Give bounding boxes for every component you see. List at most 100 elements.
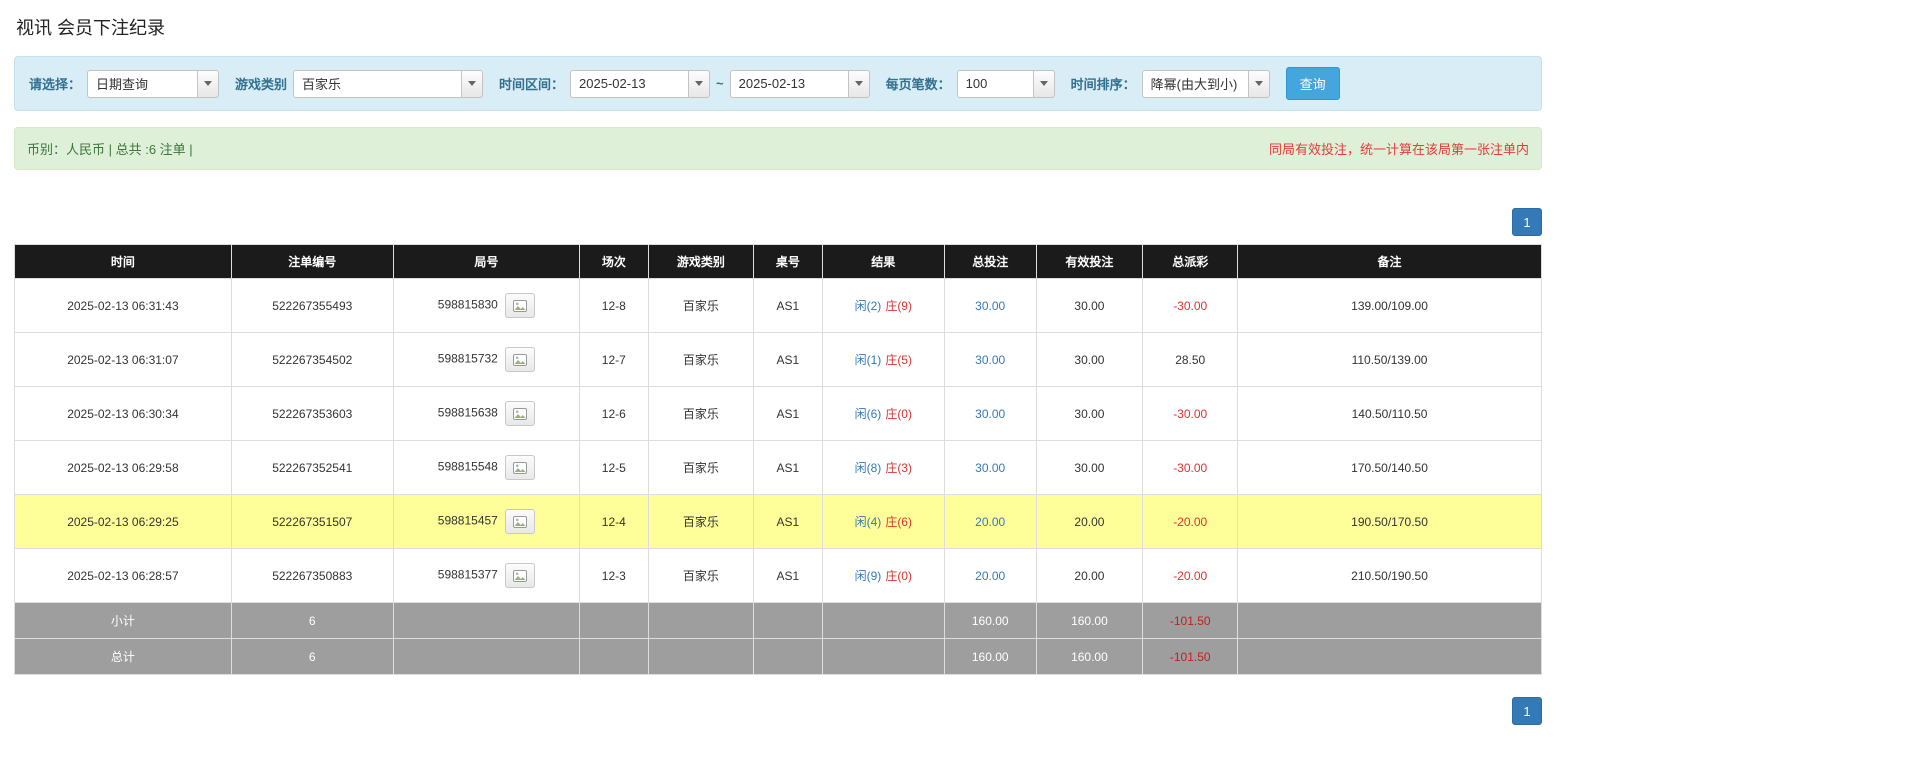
cell-time: 2025-02-13 06:31:07 xyxy=(15,333,232,387)
chevron-down-icon[interactable] xyxy=(1248,70,1270,98)
summary-row: 总计6160.00160.00-101.50 xyxy=(15,639,1542,675)
round-snapshot-button[interactable] xyxy=(505,563,535,588)
round-snapshot-icon xyxy=(513,516,527,528)
cell-valid-bet: 20.00 xyxy=(1036,549,1143,603)
date-to-combo xyxy=(730,70,870,98)
round-snapshot-button[interactable] xyxy=(505,455,535,480)
cell-result: 闲(8)庄(3) xyxy=(822,441,944,495)
total-bet-link[interactable]: 30.00 xyxy=(975,353,1005,367)
search-button[interactable]: 查询 xyxy=(1286,67,1340,100)
page-container: 视讯 会员下注纪录 请选择： 游戏类别 时间区间： ~ 每页笔数： 时间排序： xyxy=(0,0,1556,745)
cell-valid-bet: 30.00 xyxy=(1036,279,1143,333)
round-id-text: 598815548 xyxy=(438,460,498,474)
total-bet-link[interactable]: 30.00 xyxy=(975,407,1005,421)
chevron-down-icon[interactable] xyxy=(848,70,870,98)
total-bet-link[interactable]: 20.00 xyxy=(975,515,1005,529)
query-type-input[interactable] xyxy=(87,70,197,98)
cell-table-no: AS1 xyxy=(754,495,823,549)
time-sort-combo xyxy=(1142,70,1270,98)
cell-round: 598815732 xyxy=(393,333,579,387)
round-snapshot-button[interactable] xyxy=(505,509,535,534)
round-snapshot-icon xyxy=(513,300,527,312)
cell-payout: -30.00 xyxy=(1143,279,1238,333)
summary-cell: 160.00 xyxy=(1036,603,1143,639)
chevron-down-icon[interactable] xyxy=(197,70,219,98)
cell-session: 12-6 xyxy=(579,387,648,441)
round-id-text: 598815638 xyxy=(438,406,498,420)
time-sort-input[interactable] xyxy=(1142,70,1248,98)
cell-game-type: 百家乐 xyxy=(648,387,753,441)
cell-result: 闲(6)庄(0) xyxy=(822,387,944,441)
cell-payout: -30.00 xyxy=(1143,387,1238,441)
table-row: 2025-02-13 06:31:43 522267355493 5988158… xyxy=(15,279,1542,333)
round-id-text: 598815732 xyxy=(438,352,498,366)
result-player: 闲(9) xyxy=(855,569,882,583)
cell-game-type: 百家乐 xyxy=(648,333,753,387)
chevron-down-icon[interactable] xyxy=(461,70,483,98)
total-bet-link[interactable]: 30.00 xyxy=(975,461,1005,475)
cell-payout: -20.00 xyxy=(1143,549,1238,603)
select-type-label: 请选择： xyxy=(29,74,81,93)
total-bet-link[interactable]: 30.00 xyxy=(975,299,1005,313)
cell-remark: 170.50/140.50 xyxy=(1238,441,1542,495)
round-snapshot-button[interactable] xyxy=(505,347,535,372)
header-time: 时间 xyxy=(15,245,232,279)
summary-cell xyxy=(579,639,648,675)
cell-session: 12-8 xyxy=(579,279,648,333)
game-type-label: 游戏类别 xyxy=(235,74,287,93)
cell-table-no: AS1 xyxy=(754,279,823,333)
cell-bet-id: 522267350883 xyxy=(231,549,393,603)
summary-cell xyxy=(1238,603,1542,639)
game-type-input[interactable] xyxy=(293,70,461,98)
chevron-down-icon[interactable] xyxy=(1033,70,1055,98)
round-snapshot-button[interactable] xyxy=(505,401,535,426)
page-button-1[interactable]: 1 xyxy=(1512,697,1542,725)
round-snapshot-button[interactable] xyxy=(505,293,535,318)
table-row: 2025-02-13 06:30:34 522267353603 5988156… xyxy=(15,387,1542,441)
summary-cell xyxy=(822,603,944,639)
cell-valid-bet: 20.00 xyxy=(1036,495,1143,549)
page-button-1[interactable]: 1 xyxy=(1512,208,1542,236)
round-id-text: 598815377 xyxy=(438,568,498,582)
page-size-input[interactable] xyxy=(957,70,1033,98)
cell-time: 2025-02-13 06:30:34 xyxy=(15,387,232,441)
cell-round: 598815457 xyxy=(393,495,579,549)
table-row: 2025-02-13 06:28:57 522267350883 5988153… xyxy=(15,549,1542,603)
summary-cell: 6 xyxy=(231,603,393,639)
cell-table-no: AS1 xyxy=(754,333,823,387)
summary-cell xyxy=(393,603,579,639)
result-player: 闲(8) xyxy=(855,461,882,475)
cell-total-bet: 30.00 xyxy=(944,279,1036,333)
query-type-combo xyxy=(87,70,219,98)
total-bet-link[interactable]: 20.00 xyxy=(975,569,1005,583)
round-snapshot-icon xyxy=(513,462,527,474)
page-size-label: 每页笔数： xyxy=(886,74,951,93)
cell-game-type: 百家乐 xyxy=(648,495,753,549)
round-id-text: 598815457 xyxy=(438,514,498,528)
cell-bet-id: 522267354502 xyxy=(231,333,393,387)
summary-cell: -101.50 xyxy=(1143,603,1238,639)
result-banker: 庄(9) xyxy=(885,299,912,313)
cell-result: 闲(2)庄(9) xyxy=(822,279,944,333)
cell-time: 2025-02-13 06:28:57 xyxy=(15,549,232,603)
chevron-down-icon[interactable] xyxy=(688,70,710,98)
summary-cell: 6 xyxy=(231,639,393,675)
summary-cell xyxy=(754,603,823,639)
date-from-input[interactable] xyxy=(570,70,688,98)
cell-session: 12-3 xyxy=(579,549,648,603)
date-to-input[interactable] xyxy=(730,70,848,98)
header-payout: 总派彩 xyxy=(1143,245,1238,279)
cell-round: 598815830 xyxy=(393,279,579,333)
cell-remark: 190.50/170.50 xyxy=(1238,495,1542,549)
header-round-id: 局号 xyxy=(393,245,579,279)
cell-remark: 139.00/109.00 xyxy=(1238,279,1542,333)
table-body: 2025-02-13 06:31:43 522267355493 5988158… xyxy=(15,279,1542,603)
cell-total-bet: 30.00 xyxy=(944,333,1036,387)
cell-time: 2025-02-13 06:29:58 xyxy=(15,441,232,495)
time-sort-label: 时间排序： xyxy=(1071,74,1136,93)
page-title: 视讯 会员下注纪录 xyxy=(16,14,1542,40)
cell-game-type: 百家乐 xyxy=(648,279,753,333)
result-banker: 庄(0) xyxy=(885,569,912,583)
cell-bet-id: 522267355493 xyxy=(231,279,393,333)
cell-game-type: 百家乐 xyxy=(648,549,753,603)
